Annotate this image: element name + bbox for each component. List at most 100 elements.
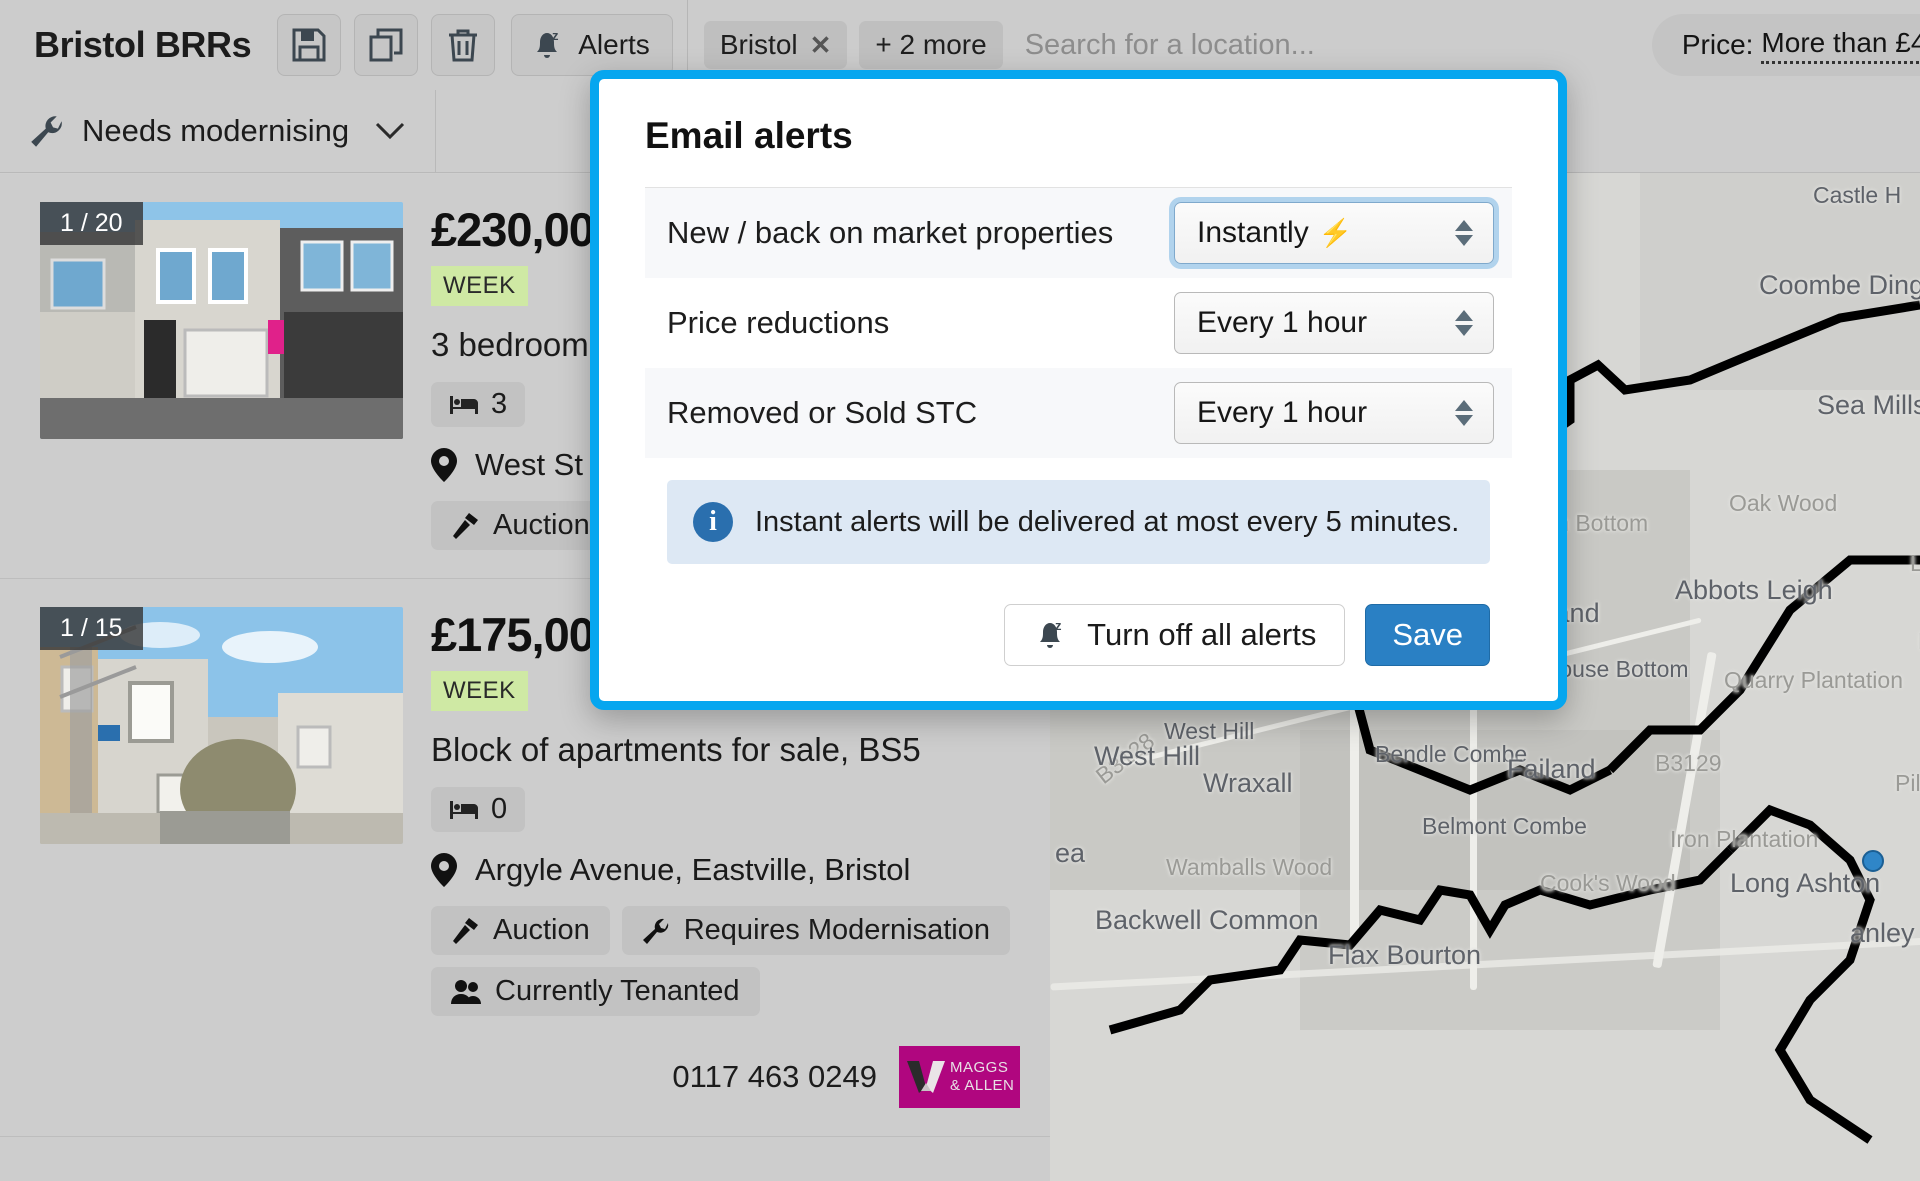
listing-title[interactable]: Block of apartments for sale, BS5 xyxy=(431,731,1050,769)
agent-logo-line2: & ALLEN xyxy=(950,1077,1015,1094)
agent-logo-text: MAGGS & ALLEN xyxy=(950,1059,1014,1095)
alert-settings-table: New / back on market properties Instantl… xyxy=(645,187,1512,458)
info-text: Instant alerts will be delivered at most… xyxy=(755,505,1460,538)
agent-row: 0117 463 0249 MAGGS & ALLEN xyxy=(431,1046,1050,1108)
map-label: West Hill xyxy=(1094,741,1201,771)
hammer-icon xyxy=(451,512,479,540)
bell-snooze-icon: z xyxy=(530,28,564,62)
save-button[interactable]: Save xyxy=(1365,604,1490,666)
search-input[interactable]: Search for a location... xyxy=(1025,29,1315,62)
bell-snooze-icon: z xyxy=(1033,618,1067,652)
map-label: Iron Plantation xyxy=(1670,826,1819,852)
close-icon[interactable]: ✕ xyxy=(810,30,832,61)
alert-label: New / back on market properties xyxy=(667,215,1114,250)
map-label: Pill Grove xyxy=(1895,770,1920,796)
listing-thumbnail[interactable]: 1 / 15 xyxy=(40,607,403,844)
filter-needs-modernising[interactable]: Needs modernising xyxy=(0,89,437,173)
map-label: ea xyxy=(1055,838,1086,868)
delete-board-button[interactable] xyxy=(431,14,496,76)
tag-requires-modernisation[interactable]: Requires Modernisation xyxy=(621,906,1011,955)
map-label: Flax Bourton xyxy=(1328,940,1482,970)
added-badge-line2: WEEK xyxy=(431,671,528,711)
alert-label: Price reductions xyxy=(667,305,890,340)
chip-label: + 2 more xyxy=(875,29,987,60)
alert-label: Removed or Sold STC xyxy=(667,395,978,430)
listing-tags: Auction Requires Modernisation Currently… xyxy=(431,906,1050,1016)
map-label: B3129 xyxy=(1655,750,1722,776)
tag-label: Requires Modernisation xyxy=(683,914,991,946)
wrench-icon xyxy=(30,114,64,148)
map-marker-dot[interactable] xyxy=(1862,850,1884,872)
turn-off-all-alerts-button[interactable]: z Turn off all alerts xyxy=(1004,604,1346,666)
listing-address: Argyle Avenue, Eastville, Bristol xyxy=(475,852,911,887)
trash-icon xyxy=(446,28,480,62)
frequency-select-price-reductions[interactable]: Every 1 hour xyxy=(1174,292,1494,354)
chevron-down-icon xyxy=(375,122,405,140)
dialog-body: Email alerts New / back on market proper… xyxy=(599,79,1558,666)
frequency-select-removed-sold-stc[interactable]: Every 1 hour xyxy=(1174,382,1494,444)
people-icon xyxy=(451,979,481,1005)
save-board-button[interactable] xyxy=(277,14,342,76)
dialog-actions: z Turn off all alerts Save xyxy=(645,604,1512,666)
location-chip-more[interactable]: + 2 more xyxy=(859,21,1003,69)
tag-label: Currently Tenanted xyxy=(495,975,740,1007)
listing-address-row: Argyle Avenue, Eastville, Bristol xyxy=(431,852,1050,888)
alert-row-removed-sold-stc: Removed or Sold STC Every 1 hour xyxy=(645,368,1512,458)
agent-logo-line1: MAGGS xyxy=(950,1059,1009,1076)
alerts-button[interactable]: z Alerts xyxy=(511,14,673,76)
agent-logo[interactable]: MAGGS & ALLEN xyxy=(899,1046,1020,1108)
added-badge: WEEK xyxy=(431,266,528,306)
bed-icon xyxy=(449,394,479,416)
info-icon: i xyxy=(693,502,733,542)
map-pin-icon xyxy=(431,448,457,482)
tag-auction[interactable]: Auction xyxy=(431,501,610,550)
map-label: Belmont Combe xyxy=(1422,813,1587,839)
photo-counter: 1 / 15 xyxy=(40,607,143,650)
lightning-bolt-icon: ⚡ xyxy=(1318,218,1353,248)
listing-thumbnail[interactable]: 1 / 20 xyxy=(40,202,403,439)
floppy-disk-icon xyxy=(292,28,326,62)
tag-auction[interactable]: Auction xyxy=(431,906,610,955)
info-banner: i Instant alerts will be delivered at mo… xyxy=(667,480,1490,564)
svg-text:z: z xyxy=(1055,618,1062,633)
hammer-icon xyxy=(451,917,479,945)
frequency-select-new-on-market[interactable]: Instantly ⚡ xyxy=(1174,202,1494,264)
bed-icon xyxy=(449,799,479,821)
map-label: Sea Mills xyxy=(1817,390,1920,420)
select-arrows-icon xyxy=(1455,400,1473,426)
map-label: Long Ashton xyxy=(1730,868,1881,898)
map-label: Quarry Plantation xyxy=(1724,667,1903,693)
map-label: Oak Wood xyxy=(1729,490,1838,516)
listing-price: £230,00 xyxy=(431,203,595,256)
copy-icon xyxy=(369,28,403,62)
alerts-label: Alerts xyxy=(578,29,650,60)
bedroom-count: 3 xyxy=(431,382,526,427)
price-filter-value: More than £40 xyxy=(1761,27,1920,64)
duplicate-board-button[interactable] xyxy=(354,14,419,76)
agent-phone[interactable]: 0117 463 0249 xyxy=(672,1059,877,1095)
map-label: Wraxall xyxy=(1203,768,1293,798)
map-label: Castle H xyxy=(1813,182,1902,208)
wrench-icon xyxy=(642,917,670,945)
dialog-title: Email alerts xyxy=(645,115,853,156)
price-filter-button[interactable]: Price: More than £40 xyxy=(1651,14,1920,76)
select-arrows-icon xyxy=(1455,220,1473,246)
price-filter-label: Price: xyxy=(1681,29,1754,60)
map-label: Bendle Combe xyxy=(1375,741,1528,767)
map-label: Abbots Leigh xyxy=(1675,575,1833,605)
tag-label: Auction xyxy=(493,914,590,946)
page-title: Bristol BRRs xyxy=(34,24,252,65)
email-alerts-dialog[interactable]: Email alerts New / back on market proper… xyxy=(590,70,1567,710)
bedroom-value: 0 xyxy=(491,793,508,825)
select-arrows-icon xyxy=(1455,310,1473,336)
svg-text:z: z xyxy=(552,28,559,43)
location-chip-bristol[interactable]: Bristol ✕ xyxy=(703,21,848,69)
select-value: Every 1 hour xyxy=(1197,396,1368,429)
map-label: Backwell Common xyxy=(1095,905,1319,935)
select-value: Instantly xyxy=(1197,216,1309,249)
map-label: Cook's Wood xyxy=(1540,870,1676,896)
alert-row-price-reductions: Price reductions Every 1 hour xyxy=(645,278,1512,368)
tag-currently-tenanted[interactable]: Currently Tenanted xyxy=(431,967,760,1016)
bedroom-count: 0 xyxy=(431,787,526,832)
map-label: Leigh Woo xyxy=(1910,550,1920,576)
